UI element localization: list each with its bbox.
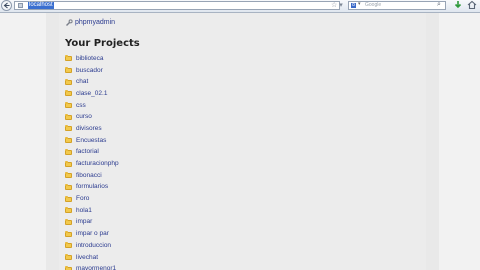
- folder-icon: [65, 207, 72, 214]
- phpmyadmin-link-label[interactable]: phpmyadmin: [75, 19, 115, 27]
- project-link[interactable]: facturacionphp: [76, 160, 119, 168]
- search-engine-icon[interactable]: 8: [351, 3, 356, 8]
- folder-icon: [65, 113, 72, 120]
- downloads-icon[interactable]: [453, 0, 463, 10]
- project-link[interactable]: impar o par: [76, 230, 109, 238]
- folder-icon: [65, 230, 72, 237]
- folder-icon: [65, 90, 72, 97]
- project-link[interactable]: buscador: [76, 67, 103, 75]
- project-item[interactable]: clase_02.1: [65, 88, 119, 100]
- project-item[interactable]: divisores: [65, 123, 119, 135]
- project-item[interactable]: introduccion: [65, 240, 119, 252]
- project-item[interactable]: formularios: [65, 182, 119, 194]
- project-link[interactable]: divisores: [76, 125, 102, 133]
- page-content: phpmyadmin Your Projects biblioteca busc…: [59, 13, 426, 270]
- wrench-icon: [66, 19, 73, 26]
- project-link[interactable]: curso: [76, 113, 92, 121]
- folder-icon: [65, 254, 72, 261]
- project-item[interactable]: buscador: [65, 65, 119, 77]
- project-item[interactable]: livechat: [65, 252, 119, 264]
- project-link[interactable]: introduccion: [76, 242, 111, 250]
- projects-list: biblioteca buscador chat clase_02.1 css …: [65, 53, 119, 270]
- search-input[interactable]: Google: [365, 2, 381, 9]
- folder-icon: [65, 137, 72, 144]
- project-link[interactable]: chat: [76, 78, 88, 86]
- project-link[interactable]: mayormenor1: [76, 265, 116, 270]
- project-item[interactable]: css: [65, 100, 119, 112]
- project-item[interactable]: Encuestas: [65, 135, 119, 147]
- project-link[interactable]: css: [76, 102, 86, 110]
- folder-icon: [65, 183, 72, 190]
- folder-icon: [65, 172, 72, 179]
- folder-icon: [65, 102, 72, 109]
- project-link[interactable]: Foro: [76, 195, 89, 203]
- project-item[interactable]: biblioteca: [65, 53, 119, 65]
- project-item[interactable]: impar o par: [65, 228, 119, 240]
- project-item[interactable]: factorial: [65, 147, 119, 159]
- address-bar[interactable]: localhost ☆▾: [14, 1, 343, 10]
- project-link[interactable]: impar: [76, 218, 92, 226]
- page-right-border: [426, 13, 439, 270]
- project-item[interactable]: curso: [65, 111, 119, 123]
- project-item[interactable]: Foro: [65, 193, 119, 205]
- project-link[interactable]: factorial: [76, 148, 99, 156]
- project-item[interactable]: chat: [65, 76, 119, 88]
- folder-icon: [65, 55, 72, 62]
- phpmyadmin-link[interactable]: phpmyadmin: [65, 19, 115, 27]
- home-icon[interactable]: [467, 0, 477, 10]
- project-link[interactable]: clase_02.1: [76, 90, 107, 98]
- folder-icon: [65, 148, 72, 155]
- folder-icon: [65, 242, 72, 249]
- engine-dropdown-icon[interactable]: ▾: [358, 1, 361, 7]
- folder-icon: [65, 218, 72, 225]
- project-link[interactable]: fibonacci: [76, 172, 102, 180]
- project-link[interactable]: formularios: [76, 183, 108, 191]
- search-go-icon[interactable]: ⌕: [437, 1, 441, 9]
- folder-icon: [65, 160, 72, 167]
- folder-icon: [65, 78, 72, 85]
- back-button[interactable]: [1, 0, 12, 11]
- project-link[interactable]: Encuestas: [76, 137, 106, 145]
- project-link[interactable]: hola1: [76, 207, 92, 215]
- project-item[interactable]: mayormenor1: [65, 263, 119, 270]
- project-item[interactable]: hola1: [65, 205, 119, 217]
- project-link[interactable]: biblioteca: [76, 55, 103, 63]
- project-item[interactable]: fibonacci: [65, 170, 119, 182]
- folder-icon: [65, 67, 72, 74]
- page-left-border: [46, 13, 59, 270]
- back-arrow-icon: [3, 2, 10, 9]
- browser-toolbar: localhost ☆▾ 8 ▾ Google ⌕: [0, 0, 480, 13]
- search-bar[interactable]: 8 ▾ Google ⌕: [348, 1, 446, 10]
- project-link[interactable]: livechat: [76, 254, 98, 262]
- project-item[interactable]: impar: [65, 217, 119, 229]
- folder-icon: [65, 195, 72, 202]
- bookmark-star-icon[interactable]: ☆▾: [331, 1, 345, 9]
- address-text[interactable]: localhost: [28, 2, 54, 9]
- project-item[interactable]: facturacionphp: [65, 158, 119, 170]
- projects-heading: Your Projects: [65, 38, 140, 49]
- folder-icon: [65, 125, 72, 132]
- site-identity-icon[interactable]: [18, 3, 23, 8]
